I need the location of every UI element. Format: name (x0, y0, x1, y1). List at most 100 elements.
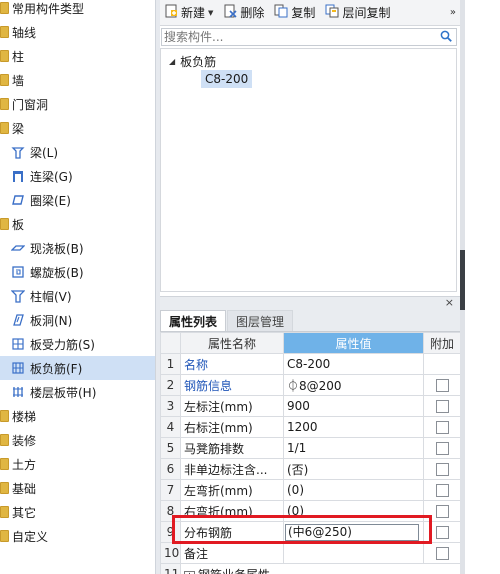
property-row[interactable]: 5 马凳筋排数 1/1 (160, 437, 461, 459)
row-number: 10 (160, 542, 181, 564)
property-value-editor[interactable]: (中6@250) (285, 523, 419, 541)
tree-item-label: 板受力筋(S) (30, 337, 95, 352)
tree-item[interactable]: 板受力筋(S) (0, 332, 155, 356)
property-value[interactable]: (中6@250) (283, 521, 424, 543)
tree-item[interactable]: 墙 (0, 68, 155, 92)
extra-checkbox[interactable] (435, 463, 449, 476)
chevron-down-icon[interactable]: ▼ (208, 9, 213, 17)
property-row[interactable]: 7 左弯折(mm) (0) (160, 479, 461, 501)
tree-item[interactable]: 现浇板(B) (0, 236, 155, 260)
expand-plus-icon[interactable]: + (184, 570, 195, 574)
folder-icon (0, 2, 9, 14)
tree-item[interactable]: 梁(L) (0, 140, 155, 164)
property-name: 马凳筋排数 (180, 437, 284, 459)
tree-item[interactable]: 连梁(G) (0, 164, 155, 188)
property-row[interactable]: 9 分布钢筋 (中6@250) (160, 521, 461, 543)
property-value[interactable]: 900 (283, 395, 424, 417)
property-value[interactable] (283, 542, 424, 564)
property-row[interactable]: 4 右标注(mm) 1200 (160, 416, 461, 438)
extra-cell (423, 437, 461, 459)
tree-item[interactable]: 柱帽(V) (0, 284, 155, 308)
tree-item-label: 柱帽(V) (30, 289, 72, 304)
tree-item[interactable]: 圈梁(E) (0, 188, 155, 212)
tree-item-label: 轴线 (12, 25, 37, 40)
property-value[interactable]: 1200 (283, 416, 424, 438)
tree-item[interactable]: 梁 (0, 116, 155, 140)
property-value[interactable]: (否) (283, 458, 424, 480)
folder-icon (0, 218, 9, 230)
toolbar-overflow-button[interactable]: » (450, 7, 456, 18)
property-value[interactable]: C8-200 (283, 353, 424, 375)
extra-cell (423, 395, 461, 417)
tree-item[interactable]: 门窗洞 (0, 92, 155, 116)
tree-item-label: 装修 (12, 433, 37, 448)
tree-item-label: 连梁(G) (30, 169, 73, 184)
tree-item[interactable]: 自定义 (0, 524, 155, 548)
delete-button[interactable]: 删除 (219, 2, 270, 24)
property-name: 名称 (180, 353, 284, 375)
component-group[interactable]: ◢ 板负筋 (169, 51, 216, 71)
tree-item[interactable]: 轴线 (0, 20, 155, 44)
tree-item-label: 板 (12, 217, 25, 232)
row-number: 9 (160, 521, 181, 543)
extra-cell (423, 479, 461, 501)
property-row[interactable]: 10 备注 (160, 542, 461, 564)
extra-checkbox[interactable] (435, 400, 449, 413)
property-value[interactable]: 1/1 (283, 437, 424, 459)
new-button[interactable]: 新建 ▼ (160, 2, 219, 24)
search-icon[interactable] (440, 30, 453, 46)
property-value[interactable]: (0) (283, 479, 424, 501)
tree-item[interactable]: 常用构件类型 (0, 0, 155, 20)
property-name: 右弯折(mm) (180, 500, 284, 522)
tree-item[interactable]: 装修 (0, 428, 155, 452)
extra-cell (423, 500, 461, 522)
tree-item-label: 梁(L) (30, 145, 59, 160)
property-row[interactable]: 1 名称 C8-200 (160, 353, 461, 375)
close-icon[interactable]: × (445, 296, 454, 309)
property-value[interactable]: ⏀8@200 (283, 374, 424, 396)
tree-item[interactable]: 其它 (0, 500, 155, 524)
copy-button[interactable]: 复制 (270, 2, 321, 24)
tree-item[interactable]: 土方 (0, 452, 155, 476)
search-input[interactable] (162, 29, 432, 45)
tree-item[interactable]: 螺旋板(B) (0, 260, 155, 284)
delete-icon (223, 4, 237, 21)
property-row[interactable]: 3 左标注(mm) 900 (160, 395, 461, 417)
tree-item-label: 常用构件类型 (12, 1, 85, 16)
extra-checkbox[interactable] (435, 526, 449, 539)
tree-item[interactable]: 楼层板带(H) (0, 380, 155, 404)
row-number: 11 (160, 563, 181, 574)
tree-item[interactable]: 板洞(N) (0, 308, 155, 332)
property-row[interactable]: 8 右弯折(mm) (0) (160, 500, 461, 522)
tab-property-list[interactable]: 属性列表 (160, 310, 227, 331)
tree-item[interactable]: 板负筋(F) (0, 356, 155, 380)
property-row[interactable]: 11+钢筋业务属性 (160, 563, 461, 574)
tree-item[interactable]: 基础 (0, 476, 155, 500)
extra-cell (423, 353, 461, 375)
component-item[interactable]: C8-200 (201, 69, 253, 89)
tree-item-label: 楼梯 (12, 409, 37, 424)
extra-checkbox[interactable] (435, 505, 449, 518)
property-name: 钢筋信息 (180, 374, 284, 396)
extra-checkbox[interactable] (435, 547, 449, 560)
tree-item[interactable]: 楼梯 (0, 404, 155, 428)
row-number: 2 (160, 374, 181, 396)
floor-copy-button[interactable]: 层间复制 (321, 2, 396, 24)
tree-item[interactable]: 柱 (0, 44, 155, 68)
extra-checkbox[interactable] (435, 421, 449, 434)
expand-arrow-icon[interactable]: ◢ (169, 57, 175, 66)
component-panel: 新建 ▼ 删除 复制 层间复制 » 搜索构件... ◢ 板负筋 C8-200 ×… (160, 0, 461, 574)
scrollbar-thumb[interactable] (460, 250, 465, 310)
extra-checkbox[interactable] (435, 484, 449, 497)
tab-layer-management[interactable]: 图层管理 (227, 310, 294, 331)
property-row[interactable]: 2 钢筋信息 ⏀8@200 (160, 374, 461, 396)
property-row[interactable]: 6 非单边标注含... (否) (160, 458, 461, 480)
extra-checkbox[interactable] (435, 442, 449, 455)
component-list: ◢ 板负筋 C8-200 (160, 48, 457, 292)
property-value[interactable]: (0) (283, 500, 424, 522)
tree-item-label: 现浇板(B) (30, 241, 84, 256)
floor-strip-icon (10, 384, 26, 400)
extra-checkbox[interactable] (435, 379, 449, 392)
tree-item[interactable]: 板 (0, 212, 155, 236)
folder-icon (0, 74, 9, 86)
